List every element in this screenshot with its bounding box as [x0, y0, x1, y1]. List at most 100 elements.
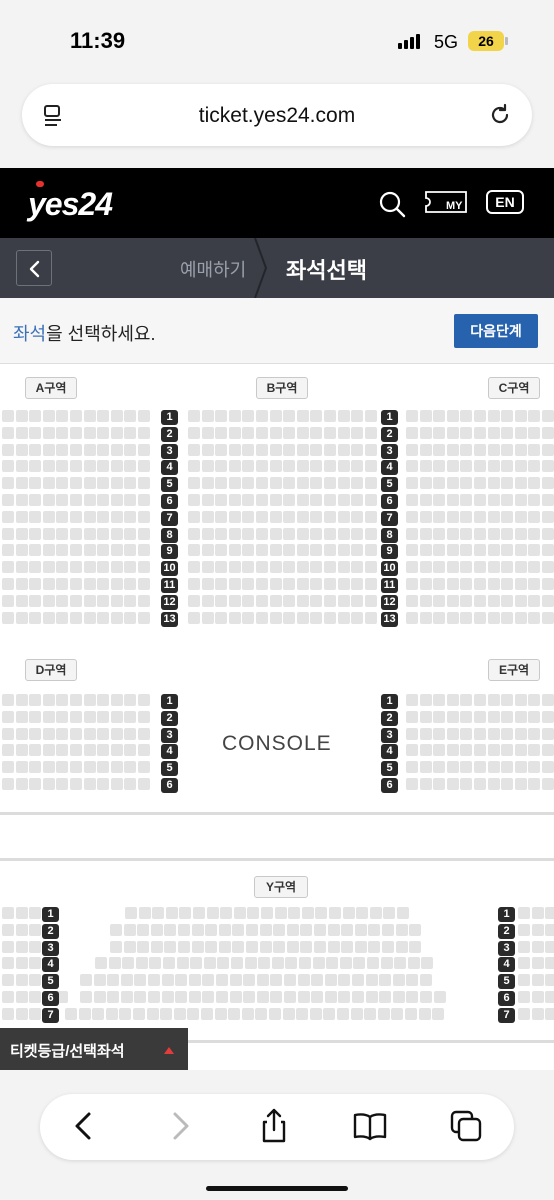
seat[interactable]	[355, 924, 367, 936]
seat[interactable]	[232, 941, 244, 953]
seat[interactable]	[528, 612, 540, 624]
seat[interactable]	[229, 544, 241, 556]
seat[interactable]	[2, 595, 14, 607]
seat[interactable]	[325, 991, 337, 1003]
seat[interactable]	[542, 744, 554, 756]
seat[interactable]	[488, 544, 500, 556]
seat[interactable]	[420, 761, 432, 773]
seat[interactable]	[324, 410, 336, 422]
seat[interactable]	[229, 477, 241, 489]
seat[interactable]	[420, 444, 432, 456]
seat[interactable]	[124, 460, 136, 472]
seat[interactable]	[256, 460, 268, 472]
seat[interactable]	[310, 427, 322, 439]
seat[interactable]	[80, 974, 92, 986]
seat[interactable]	[447, 711, 459, 723]
seat[interactable]	[219, 941, 231, 953]
seat[interactable]	[2, 427, 14, 439]
seat[interactable]	[188, 578, 200, 590]
seat[interactable]	[29, 612, 41, 624]
seat[interactable]	[70, 694, 82, 706]
seat[interactable]	[420, 778, 432, 790]
seat[interactable]	[338, 974, 350, 986]
seat[interactable]	[501, 511, 513, 523]
seat[interactable]	[92, 1008, 104, 1020]
seat[interactable]	[243, 991, 255, 1003]
seat[interactable]	[29, 711, 41, 723]
seat[interactable]	[515, 511, 527, 523]
seat[interactable]	[297, 494, 309, 506]
seat[interactable]	[545, 1008, 554, 1020]
seat[interactable]	[43, 544, 55, 556]
seat[interactable]	[324, 561, 336, 573]
seat[interactable]	[162, 991, 174, 1003]
seat[interactable]	[297, 427, 309, 439]
seat[interactable]	[138, 528, 150, 540]
seat[interactable]	[501, 444, 513, 456]
seat[interactable]	[501, 711, 513, 723]
seat[interactable]	[338, 528, 350, 540]
seat[interactable]	[447, 561, 459, 573]
seat[interactable]	[43, 744, 55, 756]
seat[interactable]	[160, 1008, 172, 1020]
seat[interactable]	[460, 612, 472, 624]
seat[interactable]	[84, 544, 96, 556]
seat[interactable]	[16, 511, 28, 523]
seat[interactable]	[124, 511, 136, 523]
seat[interactable]	[420, 511, 432, 523]
seat[interactable]	[338, 477, 350, 489]
seat[interactable]	[474, 694, 486, 706]
seat[interactable]	[532, 957, 544, 969]
seat[interactable]	[138, 561, 150, 573]
seat[interactable]	[97, 612, 109, 624]
seat[interactable]	[174, 1008, 186, 1020]
seat[interactable]	[229, 444, 241, 456]
seat[interactable]	[528, 561, 540, 573]
seat[interactable]	[338, 494, 350, 506]
seat[interactable]	[111, 427, 123, 439]
bookmarks-icon[interactable]	[350, 1106, 390, 1146]
seat[interactable]	[16, 595, 28, 607]
seat[interactable]	[70, 427, 82, 439]
seat[interactable]	[256, 477, 268, 489]
seat[interactable]	[70, 494, 82, 506]
seat[interactable]	[302, 907, 314, 919]
seat[interactable]	[270, 511, 282, 523]
seat[interactable]	[205, 924, 217, 936]
lang-button[interactable]: EN	[486, 190, 524, 214]
seat[interactable]	[300, 941, 312, 953]
seat[interactable]	[433, 494, 445, 506]
seat[interactable]	[501, 410, 513, 422]
seat[interactable]	[111, 460, 123, 472]
seat[interactable]	[447, 494, 459, 506]
seat[interactable]	[138, 578, 150, 590]
seat[interactable]	[460, 694, 472, 706]
seat[interactable]	[515, 427, 527, 439]
seat[interactable]	[202, 561, 214, 573]
seat[interactable]	[202, 544, 214, 556]
seat[interactable]	[275, 907, 287, 919]
seat[interactable]	[283, 578, 295, 590]
seat[interactable]	[111, 544, 123, 556]
seat[interactable]	[447, 761, 459, 773]
seat[interactable]	[351, 477, 363, 489]
seat[interactable]	[163, 957, 175, 969]
seat[interactable]	[355, 941, 367, 953]
seat[interactable]	[43, 561, 55, 573]
seat[interactable]	[324, 595, 336, 607]
seat[interactable]	[460, 744, 472, 756]
seat[interactable]	[365, 612, 377, 624]
seat[interactable]	[310, 444, 322, 456]
seat[interactable]	[515, 595, 527, 607]
seat[interactable]	[111, 561, 123, 573]
seat[interactable]	[532, 941, 544, 953]
seat[interactable]	[351, 460, 363, 472]
seat[interactable]	[368, 941, 380, 953]
yes24-logo[interactable]: yes24	[28, 186, 113, 223]
seat[interactable]	[124, 595, 136, 607]
seat[interactable]	[70, 595, 82, 607]
seat[interactable]	[356, 907, 368, 919]
seat[interactable]	[420, 477, 432, 489]
seat[interactable]	[56, 427, 68, 439]
seat[interactable]	[56, 511, 68, 523]
